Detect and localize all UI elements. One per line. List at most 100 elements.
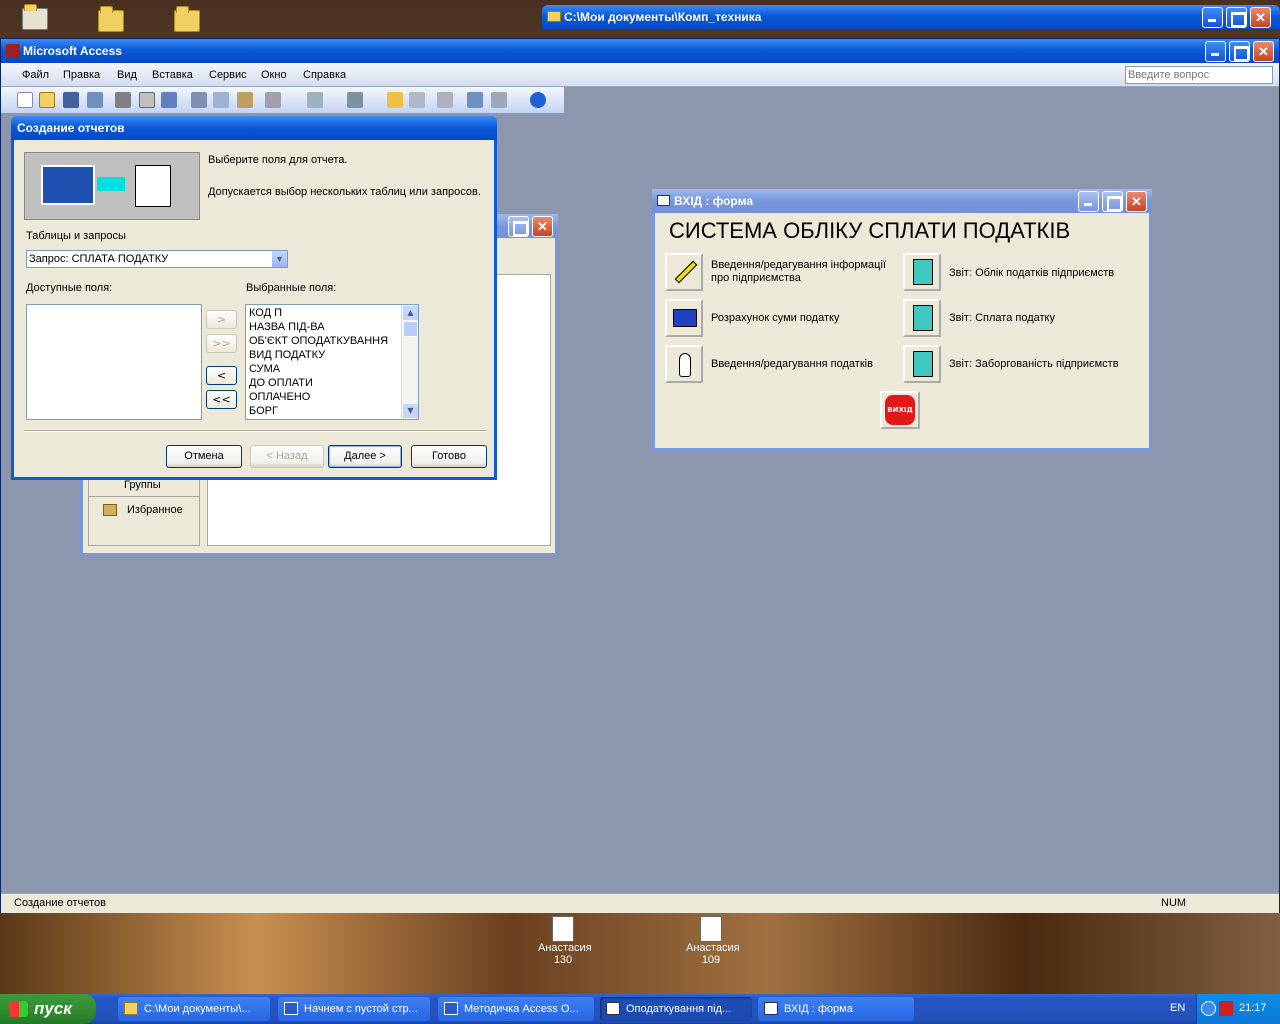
- links-icon[interactable]: [307, 92, 323, 108]
- envelope-icon[interactable]: [22, 4, 48, 30]
- task-explorer[interactable]: C:\Мои документы\...: [118, 997, 270, 1021]
- maximize-button[interactable]: [1226, 7, 1247, 28]
- report-enterprise-taxes-label: Звіт: Облік податків підприємств: [949, 267, 1115, 279]
- question-input[interactable]: [1125, 66, 1273, 84]
- minimize-button[interactable]: [1078, 191, 1099, 212]
- report-debts-label: Звіт: Заборгованість підприємств: [949, 358, 1119, 370]
- next-button[interactable]: Далее >: [328, 445, 402, 468]
- close-button[interactable]: [1126, 191, 1147, 212]
- task-label: Методичка Access О...: [464, 1003, 579, 1015]
- help-icon[interactable]: [530, 92, 546, 108]
- report-enterprise-taxes-button[interactable]: [903, 253, 941, 291]
- desktop-file-anastasia-109[interactable]: Анастасия 109: [686, 914, 740, 974]
- menu-view[interactable]: Вид: [117, 69, 137, 81]
- open-icon[interactable]: [39, 92, 55, 108]
- desktop-icon-label: Анастасия: [686, 942, 740, 954]
- remove-field-button[interactable]: <: [206, 366, 237, 385]
- paste-icon[interactable]: [237, 92, 253, 108]
- menu-window[interactable]: Окно: [261, 69, 287, 81]
- script-icon[interactable]: [409, 92, 425, 108]
- close-button[interactable]: [1250, 7, 1271, 28]
- jpg-file-icon: [552, 916, 574, 942]
- language-indicator[interactable]: EN: [1170, 1002, 1185, 1014]
- list-item[interactable]: СУМА: [249, 362, 280, 376]
- calculate-tax-label: Розрахунок суми податку: [711, 312, 840, 324]
- relationships-icon[interactable]: [467, 92, 483, 108]
- list-item[interactable]: БОРГ: [249, 404, 278, 418]
- selected-fields-list[interactable]: КОД П НАЗВА ПІД-ВА ОБ'ЄКТ ОПОДАТКУВАННЯ …: [245, 304, 419, 420]
- list-item[interactable]: КОД П: [249, 306, 282, 320]
- word-icon: [444, 1002, 458, 1015]
- clock[interactable]: 21:17: [1239, 1002, 1267, 1014]
- new-icon[interactable]: [17, 92, 33, 108]
- add-all-fields-button[interactable]: >>: [206, 334, 237, 353]
- list-item[interactable]: НАЗВА ПІД-ВА: [249, 320, 325, 334]
- edit-enterprises-button[interactable]: [665, 253, 703, 291]
- undo-icon[interactable]: [265, 92, 281, 108]
- task-form[interactable]: ВХІД : форма: [758, 997, 914, 1021]
- maximize-button[interactable]: [508, 216, 529, 237]
- task-word-blank[interactable]: Начнем с пустой стр...: [278, 997, 430, 1021]
- folder-icon[interactable]: [98, 6, 124, 32]
- maximize-button[interactable]: [1102, 191, 1123, 212]
- preview-icon[interactable]: [139, 92, 155, 108]
- system-tray: 21:17: [1196, 994, 1280, 1024]
- add-field-button[interactable]: >: [206, 310, 237, 329]
- new-object-icon[interactable]: [491, 92, 507, 108]
- save-icon[interactable]: [63, 92, 79, 108]
- print-icon[interactable]: [115, 92, 131, 108]
- search-icon[interactable]: [87, 92, 103, 108]
- chevron-down-icon[interactable]: ▼: [271, 251, 287, 267]
- close-button[interactable]: [1253, 41, 1274, 62]
- menu-tools[interactable]: Сервис: [209, 69, 247, 81]
- report-tax-payment-button[interactable]: [903, 299, 941, 337]
- calculate-tax-button[interactable]: [665, 299, 703, 337]
- menu-edit[interactable]: Правка: [63, 69, 100, 81]
- copy-icon[interactable]: [213, 92, 229, 108]
- task-access-db[interactable]: Оподаткування під...: [600, 997, 752, 1021]
- form-titlebar[interactable]: ВХІД : форма: [652, 189, 1152, 213]
- list-item[interactable]: ДО ОПЛАТИ: [249, 376, 313, 390]
- minimize-button[interactable]: [1205, 41, 1226, 62]
- remove-all-fields-button[interactable]: <<: [206, 390, 237, 409]
- spelling-icon[interactable]: [161, 92, 177, 108]
- menu-file[interactable]: Файл: [22, 69, 49, 81]
- start-button[interactable]: пуск: [0, 994, 96, 1024]
- chevron-left-icon[interactable]: [1201, 1001, 1216, 1016]
- jpg-file-icon: [700, 916, 722, 942]
- analyze-icon[interactable]: [347, 92, 363, 108]
- cancel-button[interactable]: Отмена: [166, 445, 242, 468]
- wizard-titlebar[interactable]: Создание отчетов: [11, 116, 497, 140]
- cut-icon[interactable]: [191, 92, 207, 108]
- tables-queries-select[interactable]: Запрос: СПЛАТА ПОДАТКУ ▼: [26, 250, 288, 268]
- access-titlebar[interactable]: Microsoft Access: [1, 39, 1279, 63]
- finish-button[interactable]: Готово: [411, 445, 487, 468]
- menu-insert[interactable]: Вставка: [152, 69, 193, 81]
- wizard-illustration: [24, 152, 200, 220]
- kaspersky-icon[interactable]: [1219, 1001, 1233, 1016]
- wallpaper: [0, 913, 1280, 994]
- folder-icon[interactable]: [174, 6, 200, 32]
- edit-taxes-button[interactable]: [665, 345, 703, 383]
- menu-help[interactable]: Справка: [303, 69, 346, 81]
- list-item[interactable]: ОПЛАЧЕНО: [249, 390, 310, 404]
- back-button[interactable]: < Назад: [250, 445, 324, 468]
- list-item[interactable]: ВИД ПОДАТКУ: [249, 348, 325, 362]
- explorer-titlebar[interactable]: C:\Мои документы\Комп_техника: [542, 5, 1280, 29]
- available-fields-list[interactable]: [26, 304, 202, 420]
- properties-icon[interactable]: [437, 92, 453, 108]
- report-tax-payment-label: Звіт: Сплата податку: [949, 312, 1055, 324]
- exit-button[interactable]: ВИХІД: [880, 391, 920, 429]
- favorites-item[interactable]: Избранное: [127, 504, 183, 516]
- minimize-button[interactable]: [1202, 7, 1223, 28]
- maximize-button[interactable]: [1229, 41, 1250, 62]
- divider: [24, 430, 486, 432]
- list-item[interactable]: ОБ'ЄКТ ОПОДАТКУВАННЯ: [249, 334, 388, 348]
- task-word-manual[interactable]: Методичка Access О...: [438, 997, 594, 1021]
- code-icon[interactable]: [387, 92, 403, 108]
- scrollbar[interactable]: ▲ ▼: [401, 305, 418, 419]
- desktop-file-anastasia-130[interactable]: Анастасия 130: [538, 914, 592, 974]
- close-button[interactable]: [532, 216, 553, 237]
- favorites-folder-icon: [103, 504, 117, 516]
- report-debts-button[interactable]: [903, 345, 941, 383]
